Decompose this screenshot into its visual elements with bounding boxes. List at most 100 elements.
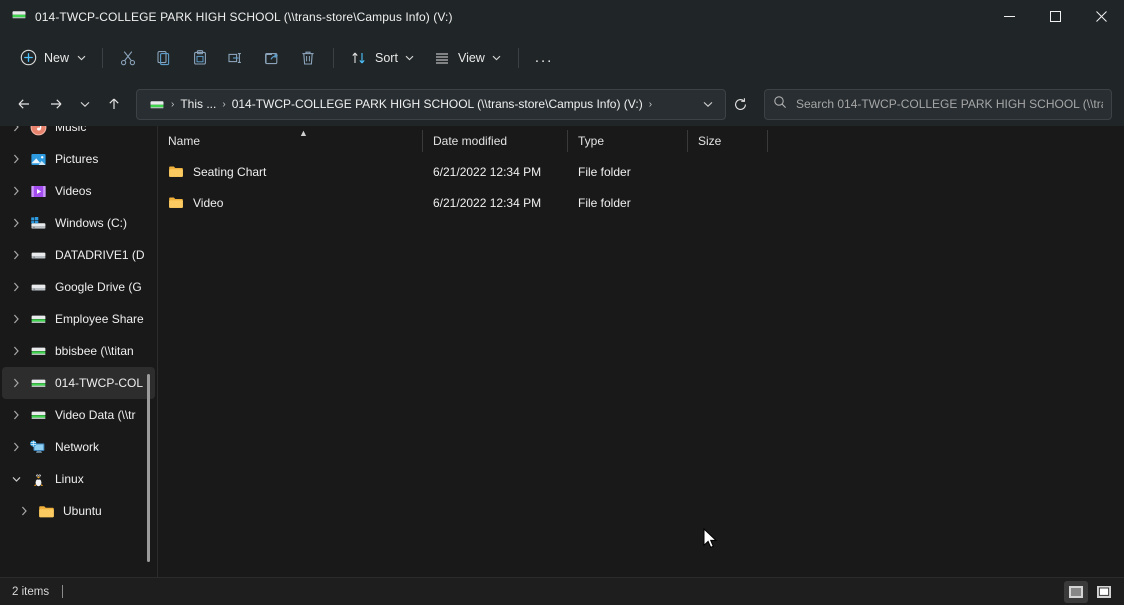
videos-icon bbox=[28, 183, 48, 200]
breadcrumb-item-current[interactable]: 014-TWCP-COLLEGE PARK HIGH SCHOOL (\\tra… bbox=[229, 93, 646, 116]
sidebar-item-datadrive1-d[interactable]: DATADRIVE1 (D bbox=[2, 239, 155, 271]
refresh-button[interactable] bbox=[726, 91, 754, 117]
chevron-right-icon[interactable] bbox=[4, 442, 28, 452]
navigation-scrollbar-thumb[interactable] bbox=[147, 374, 150, 562]
chevron-down-icon bbox=[492, 53, 502, 63]
table-row[interactable]: Video6/21/2022 12:34 PMFile folder bbox=[158, 187, 1124, 218]
sidebar-item-label: Employee Share bbox=[48, 312, 144, 326]
chevron-right-icon[interactable] bbox=[4, 378, 28, 388]
chevron-right-icon[interactable] bbox=[4, 186, 28, 196]
cut-button[interactable] bbox=[110, 42, 146, 74]
copy-icon bbox=[155, 49, 173, 67]
delete-button[interactable] bbox=[290, 42, 326, 74]
more-options-button[interactable]: ... bbox=[526, 42, 563, 74]
column-header-name-label: Name bbox=[168, 134, 200, 148]
breadcrumb-separator: › bbox=[219, 99, 228, 110]
sort-ascending-icon: ▲ bbox=[299, 129, 308, 138]
cell-name: Video bbox=[158, 195, 423, 211]
address-dropdown-icon[interactable] bbox=[695, 91, 721, 117]
windows-drive-icon bbox=[28, 215, 48, 232]
large-icons-view-button[interactable] bbox=[1092, 581, 1116, 603]
sidebar-item-google-drive-g[interactable]: Google Drive (G bbox=[2, 271, 155, 303]
column-header-name[interactable]: Name ▲ bbox=[158, 126, 423, 156]
sidebar-item-videos[interactable]: Videos bbox=[2, 175, 155, 207]
sidebar-item-music[interactable]: Music bbox=[2, 126, 155, 143]
local-drive-icon bbox=[28, 247, 48, 263]
sidebar-item-network[interactable]: Network bbox=[2, 431, 155, 463]
copy-button[interactable] bbox=[146, 42, 182, 74]
folder-icon bbox=[168, 164, 184, 180]
plus-circle-icon bbox=[19, 49, 37, 67]
linux-penguin-icon bbox=[28, 471, 48, 488]
network-drive-icon bbox=[28, 407, 48, 423]
column-header-size[interactable]: Size bbox=[688, 126, 768, 156]
chevron-right-icon[interactable] bbox=[4, 282, 28, 292]
local-drive-icon bbox=[28, 279, 48, 295]
breadcrumb-item-this-pc[interactable]: This ... bbox=[177, 93, 219, 116]
sort-button[interactable]: Sort bbox=[341, 42, 424, 74]
column-header-date-modified[interactable]: Date modified bbox=[423, 126, 568, 156]
network-drive-icon bbox=[28, 375, 48, 391]
maximize-button[interactable] bbox=[1032, 0, 1078, 33]
toolbar-divider-2 bbox=[333, 48, 334, 68]
folder-icon bbox=[168, 195, 184, 211]
sort-button-label: Sort bbox=[375, 51, 398, 65]
rename-button[interactable] bbox=[218, 42, 254, 74]
command-toolbar: New bbox=[0, 33, 1124, 82]
new-button[interactable]: New bbox=[10, 42, 95, 74]
sort-icon bbox=[350, 49, 368, 67]
chevron-right-icon[interactable] bbox=[12, 506, 36, 516]
title-bar: 014-TWCP-COLLEGE PARK HIGH SCHOOL (\\tra… bbox=[0, 0, 1124, 33]
up-button[interactable] bbox=[98, 88, 130, 120]
chevron-right-icon[interactable] bbox=[4, 218, 28, 228]
music-icon bbox=[28, 126, 48, 136]
cell-name: Seating Chart bbox=[158, 164, 423, 180]
search-box[interactable]: Search 014-TWCP-COLLEGE PARK HIGH SCHOOL… bbox=[764, 89, 1112, 120]
file-explorer-window: 014-TWCP-COLLEGE PARK HIGH SCHOOL (\\tra… bbox=[0, 0, 1124, 605]
chevron-right-icon[interactable] bbox=[4, 410, 28, 420]
table-row[interactable]: Seating Chart6/21/2022 12:34 PMFile fold… bbox=[158, 156, 1124, 187]
chevron-right-icon[interactable] bbox=[4, 154, 28, 164]
view-button[interactable]: View bbox=[424, 42, 511, 74]
explorer-body: MusicPictures Videos Windows (C:)DATADRIVE… bbox=[0, 126, 1124, 577]
sidebar-item-employee-share[interactable]: Employee Share bbox=[2, 303, 155, 335]
view-mode-buttons bbox=[1064, 578, 1116, 605]
details-view-button[interactable] bbox=[1064, 581, 1088, 603]
back-button[interactable] bbox=[8, 88, 40, 120]
address-bar[interactable]: › This ... › 014-TWCP-COLLEGE PARK HIGH … bbox=[136, 89, 726, 120]
chevron-right-icon[interactable] bbox=[4, 346, 28, 356]
folder-icon bbox=[36, 504, 56, 519]
sidebar-item-pictures[interactable]: Pictures bbox=[2, 143, 155, 175]
share-button[interactable] bbox=[254, 42, 290, 74]
sidebar-item-windows-c[interactable]: Windows (C:) bbox=[2, 207, 155, 239]
paste-button[interactable] bbox=[182, 42, 218, 74]
breadcrumb-separator[interactable]: › bbox=[646, 99, 655, 110]
column-header-type-label: Type bbox=[578, 134, 604, 148]
file-name-label: Video bbox=[193, 196, 223, 210]
forward-button[interactable] bbox=[40, 88, 72, 120]
pictures-icon bbox=[28, 151, 48, 168]
sidebar-item-video-data-tr[interactable]: Video Data (\\tr bbox=[2, 399, 155, 431]
search-input[interactable]: Search 014-TWCP-COLLEGE PARK HIGH SCHOOL… bbox=[796, 97, 1103, 111]
breadcrumb-separator: › bbox=[168, 99, 177, 110]
sidebar-item-ubuntu[interactable]: Ubuntu bbox=[2, 495, 155, 527]
sidebar-item-014-twcp-col[interactable]: 014-TWCP-COL bbox=[2, 367, 155, 399]
minimize-button[interactable] bbox=[986, 0, 1032, 33]
chevron-down-icon[interactable] bbox=[4, 476, 28, 483]
sidebar-item-bbisbee-titan[interactable]: bbisbee (\\titan bbox=[2, 335, 155, 367]
new-button-label: New bbox=[44, 51, 69, 65]
recent-locations-button[interactable] bbox=[72, 88, 98, 120]
column-header-type[interactable]: Type bbox=[568, 126, 688, 156]
file-list-pane: Name ▲ Date modified Type Size Seating C… bbox=[158, 126, 1124, 577]
sidebar-item-label: Videos bbox=[48, 184, 91, 198]
sidebar-item-linux[interactable]: Linux bbox=[2, 463, 155, 495]
sidebar-item-label: Ubuntu bbox=[56, 504, 102, 518]
chevron-right-icon[interactable] bbox=[4, 314, 28, 324]
chevron-right-icon[interactable] bbox=[4, 126, 28, 132]
chevron-right-icon[interactable] bbox=[4, 250, 28, 260]
breadcrumb-drive-icon[interactable] bbox=[146, 93, 168, 116]
sidebar-item-label: bbisbee (\\titan bbox=[48, 344, 134, 358]
close-button[interactable] bbox=[1078, 0, 1124, 33]
view-list-icon bbox=[433, 49, 451, 67]
status-bar: 2 items bbox=[0, 577, 1124, 605]
